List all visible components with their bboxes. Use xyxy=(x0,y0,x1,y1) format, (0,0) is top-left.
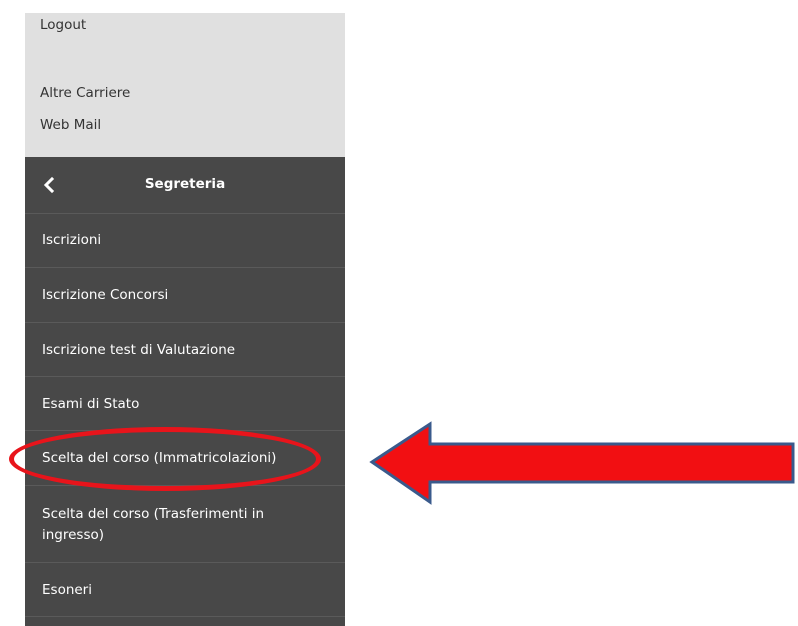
segreteria-menu: Segreteria Iscrizioni Iscrizione Concors… xyxy=(25,157,345,626)
menu-item-label: Scelta del corso (Trasferimenti in ingre… xyxy=(42,505,265,543)
web-mail-link[interactable]: Web Mail xyxy=(40,117,101,133)
menu-item-iscrizioni[interactable]: Iscrizioni xyxy=(25,214,345,268)
menu-item-label: Iscrizione test di Valutazione xyxy=(42,341,236,358)
menu-item-esami-di-stato[interactable]: Esami di Stato xyxy=(25,378,345,431)
menu-item-label: Iscrizione Concorsi xyxy=(42,287,169,303)
menu-item-scelta-corso-immatricolazioni[interactable]: Scelta del corso (Immatricolazioni) xyxy=(25,432,345,486)
menu-item-esoneri[interactable]: Esoneri xyxy=(25,564,345,617)
side-panel: Logout Altre Carriere Web Mail Segreteri… xyxy=(25,0,345,626)
arrow-shape xyxy=(369,421,795,505)
pointer-arrow-annotation xyxy=(369,421,795,505)
menu-header: Segreteria xyxy=(25,157,345,214)
altre-carriere-link[interactable]: Altre Carriere xyxy=(40,85,130,101)
menu-item-label: Esoneri xyxy=(42,581,92,598)
logout-link[interactable]: Logout xyxy=(40,17,86,33)
menu-item-iscrizione-concorsi[interactable]: Iscrizione Concorsi xyxy=(25,269,345,323)
menu-item-label: Esami di Stato xyxy=(42,395,140,412)
screenshot-stage: Logout Altre Carriere Web Mail Segreteri… xyxy=(0,0,798,626)
menu-title: Segreteria xyxy=(144,176,226,192)
menu-item-iscrizione-test-valutazione[interactable]: Iscrizione test di Valutazione xyxy=(25,324,345,377)
menu-item-label: Iscrizioni xyxy=(42,232,102,248)
menu-item-scelta-corso-trasferimenti[interactable]: Scelta del corso (Trasferimenti in ingre… xyxy=(25,487,345,563)
user-links-panel: Logout Altre Carriere Web Mail xyxy=(25,13,345,157)
menu-item-label: Scelta del corso (Immatricolazioni) xyxy=(42,450,277,466)
